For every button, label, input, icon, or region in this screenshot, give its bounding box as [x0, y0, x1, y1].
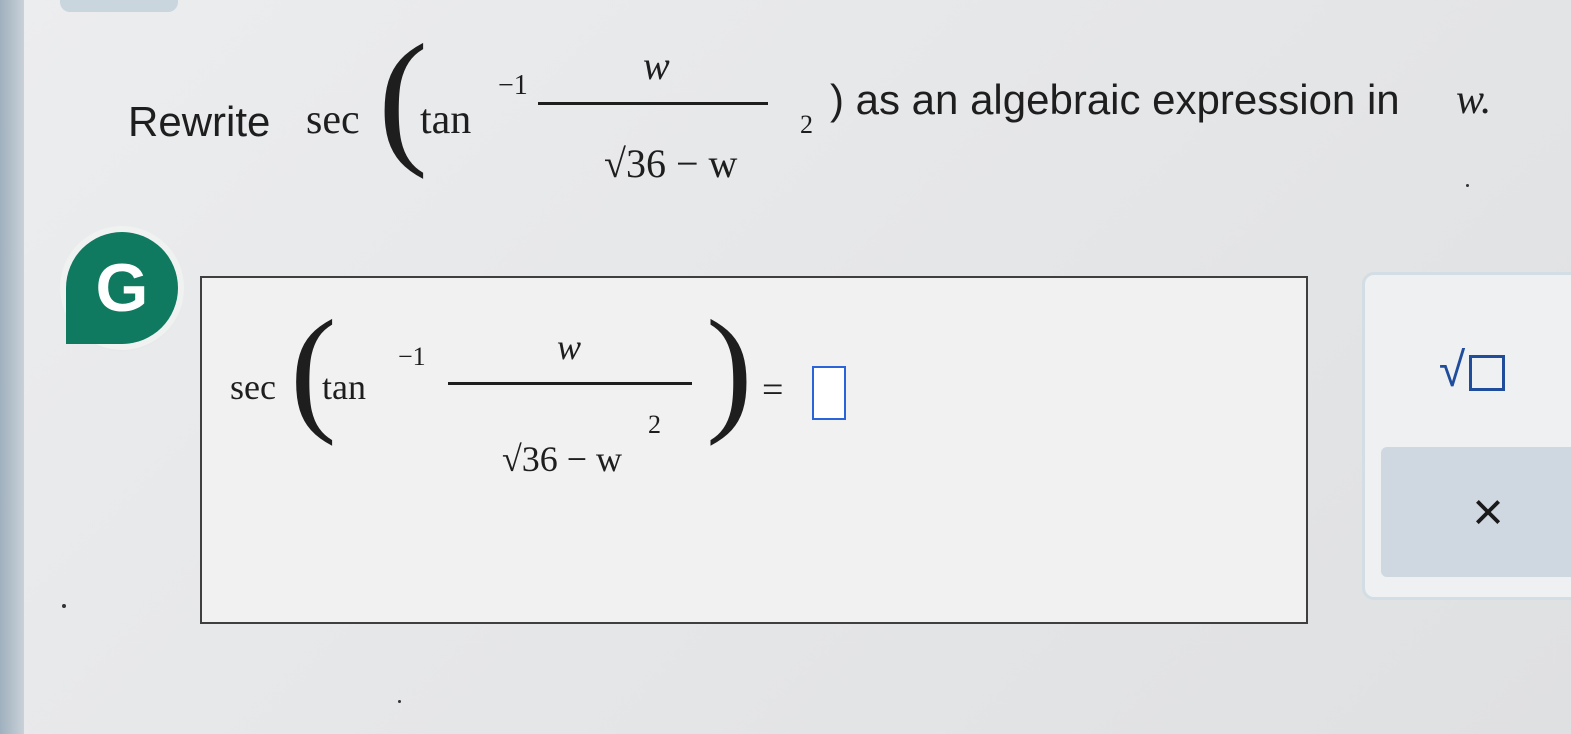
sqrt-icon: √	[1438, 343, 1466, 397]
question-text: Rewrite sec ( tan −1 w √36 − w 2 ) as an…	[128, 20, 1548, 200]
math-tools-panel: √ ×	[1362, 272, 1571, 600]
clear-button[interactable]: ×	[1381, 447, 1571, 577]
dust-speck	[1466, 184, 1469, 187]
dust-speck	[398, 700, 401, 703]
left-edge	[0, 0, 24, 734]
answer-paren-close: )	[706, 292, 753, 447]
top-tab	[60, 0, 178, 12]
question-numerator: w	[643, 43, 670, 88]
answer-fraction-bar	[448, 382, 692, 385]
grammarly-g-icon: G	[95, 250, 149, 326]
dust-speck	[62, 604, 66, 608]
question-suffix: ) as an algebraic expression in	[830, 76, 1400, 123]
square-root-button[interactable]: √	[1427, 335, 1517, 405]
grammarly-badge[interactable]: G	[66, 232, 178, 344]
question-tan: tan	[420, 97, 472, 143]
answer-box[interactable]: sec ( tan −1 w √36 − w 2 ) =	[200, 276, 1308, 624]
answer-inverse-exp: −1	[398, 342, 426, 371]
answer-sec: sec	[230, 367, 276, 407]
close-icon: ×	[1472, 482, 1504, 542]
answer-radical: √36 − w	[502, 439, 623, 479]
answer-power: 2	[648, 410, 661, 439]
question-radical: √36 − w	[604, 141, 738, 186]
answer-equals: =	[762, 369, 784, 411]
question-inverse-exp: −1	[498, 70, 528, 101]
question-sec: sec	[306, 97, 360, 143]
sqrt-placeholder-icon	[1469, 354, 1506, 391]
answer-numerator: w	[557, 327, 582, 367]
question-variable: w.	[1456, 77, 1492, 123]
answer-tan: tan	[322, 367, 366, 407]
question-fraction-bar	[538, 102, 768, 105]
question-prefix: Rewrite	[128, 98, 271, 145]
answer-input-slot[interactable]	[812, 366, 846, 420]
question-power: 2	[800, 110, 813, 139]
